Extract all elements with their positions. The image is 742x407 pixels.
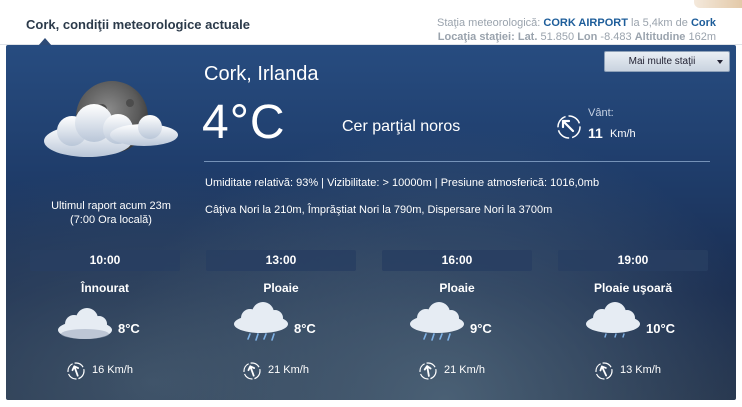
forecast-wind: 13 Km/h [620, 364, 661, 376]
header-bar: Cork, condiţii meteorologice actuale Sta… [0, 0, 742, 46]
location-name: Cork, Irlanda [204, 63, 319, 85]
more-stations-dropdown[interactable]: Mai multe staţii [604, 51, 730, 72]
forecast-item: 13:00 Ploaie 8°C 21 Km/h [206, 250, 356, 380]
current-temperature: 4°C [202, 96, 286, 149]
last-report-time: (7:00 Ora locală) [70, 214, 152, 226]
wind-unit: Km/h [610, 128, 636, 140]
forecast-temperature: 9°C [470, 321, 492, 336]
lon-value: -8.483 [600, 31, 632, 43]
station-location-label: Locaţia staţiei: [437, 31, 515, 43]
weather-details: Umiditate relativă: 93% | Vizibilitate: … [205, 177, 600, 189]
chevron-down-icon [717, 60, 723, 64]
light-rain-icon [586, 302, 640, 338]
forecast-time: 19:00 [558, 250, 708, 271]
wind-label: Vânt: [588, 107, 614, 119]
station-distance: la 5,4km de [631, 17, 688, 29]
station-name-link[interactable]: CORK AIRPORT [543, 17, 628, 29]
forecast-condition: Ploaie [263, 281, 299, 295]
wind-direction-icon [419, 362, 437, 380]
alt-value: 162m [688, 31, 716, 43]
station-prefix: Staţia meteorologică: [436, 17, 541, 29]
forecast-condition: Înnourat [81, 281, 129, 295]
cloud-layers: Câţiva Nori la 210m, Împrăştiat Nori la … [205, 204, 553, 216]
lat-label: Lat. [517, 31, 538, 43]
lon-label: Lon [577, 31, 598, 43]
forecast-temperature: 8°C [118, 321, 140, 336]
forecast-item: 19:00 Ploaie uşoară 10°C 13 Km/h [558, 250, 708, 380]
forecast-wind: 21 Km/h [444, 364, 485, 376]
forecast-time: 16:00 [382, 250, 532, 271]
forecast-wind: 16 Km/h [92, 364, 133, 376]
forecast-time: 10:00 [30, 250, 180, 271]
station-city-link[interactable]: Cork [691, 17, 716, 29]
weather-panel: Mai multe staţii Ultimul raport acum 23m… [6, 45, 736, 400]
forecast-condition: Ploaie [439, 281, 475, 295]
forecast-condition: Ploaie uşoară [593, 281, 673, 295]
wind-direction-icon [243, 362, 261, 380]
cloudy-icon [58, 308, 112, 339]
wind-speed: 11 [588, 125, 603, 141]
wind-direction-icon [595, 362, 613, 380]
moon-cloud-icon [44, 81, 178, 157]
wind-direction-icon [67, 362, 85, 380]
more-stations-label: Mai multe staţii [628, 56, 696, 67]
rain-icon [410, 302, 464, 341]
station-info: Staţia meteorologică: CORK AIRPORT la 5,… [437, 16, 716, 44]
forecast-item: 10:00 Înnourat 8°C 16 Km/h [30, 250, 180, 380]
lat-value: 51.850 [540, 31, 575, 43]
rain-icon [234, 302, 288, 341]
wind-direction-icon [557, 115, 581, 139]
forecast-wind: 21 Km/h [268, 364, 309, 376]
forecast-time: 13:00 [206, 250, 356, 271]
alt-label: Altitudine [634, 31, 686, 43]
page-title: Cork, condiţii meteorologice actuale [26, 17, 250, 32]
forecast-item: 16:00 Ploaie 9°C 21 Km/h [382, 250, 532, 380]
current-condition: Cer parţial noros [342, 118, 461, 135]
forecast-temperature: 10°C [646, 321, 676, 336]
forecast-temperature: 8°C [294, 321, 316, 336]
last-report-age: Ultimul raport acum 23m [51, 200, 171, 212]
divider [204, 161, 710, 162]
last-report: Ultimul raport acum 23m (7:00 Ora locală… [16, 199, 206, 227]
corner-decoration [694, 0, 742, 8]
